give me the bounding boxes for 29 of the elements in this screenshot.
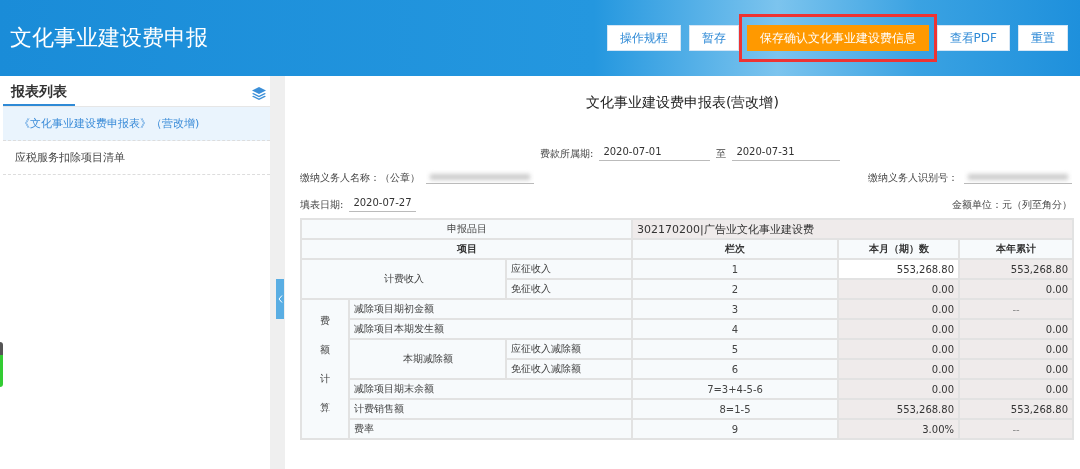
table-cell: 计费收入: [301, 259, 506, 299]
column-header: 项目: [301, 239, 633, 259]
fill-date-label: 填表日期:: [300, 197, 344, 212]
collapse-handle[interactable]: [276, 279, 284, 319]
period-label: 费款所属期:: [540, 146, 594, 161]
report-title: 文化事业建设费申报表(营改增): [585, 93, 780, 112]
fill-date-field[interactable]: 2020-07-27: [349, 197, 416, 212]
toolbar-button[interactable]: 操作规程: [606, 25, 681, 51]
toolbar-button[interactable]: 暂存: [688, 25, 739, 51]
table-cell: 302170200|广告业文化事业建设费: [632, 219, 1074, 239]
taxpayer-id-label: 缴纳义务人识别号：: [868, 171, 958, 185]
toolbar-button[interactable]: 重置: [1018, 25, 1068, 51]
report-list-item[interactable]: 《文化事业建设费申报表》（营改增): [3, 107, 270, 141]
table-cell: 申报品目: [301, 219, 633, 239]
period-end-field[interactable]: 2020-07-31: [732, 146, 841, 161]
table-cell: 费额计算: [301, 299, 349, 439]
toolbar-button[interactable]: 保存确认文化事业建设费信息: [746, 25, 929, 51]
period-to-label: 至: [716, 146, 727, 161]
toolbar-button[interactable]: 查看PDF: [936, 25, 1010, 51]
side-widget-icon[interactable]: [0, 342, 3, 387]
taxpayer-name-label: 缴纳义务人名称：（公章）: [300, 171, 420, 185]
period-start-field[interactable]: 2020-07-01: [599, 146, 711, 161]
app-title: 文化事业建设费申报: [10, 24, 209, 52]
table-cell: 本期减除额: [349, 339, 506, 379]
chevron-left-icon: [277, 295, 283, 303]
taxpayer-id-field[interactable]: [964, 172, 1072, 184]
taxpayer-name-field[interactable]: [426, 172, 534, 184]
layers-icon[interactable]: [252, 86, 266, 100]
amount-unit-label: 金额单位：元（列至角分）: [952, 197, 1072, 212]
